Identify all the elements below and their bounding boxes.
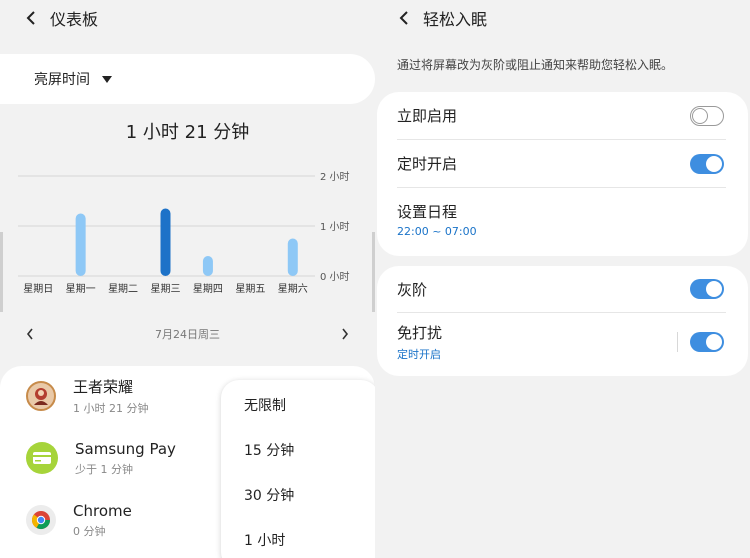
x-tick-label: 星期二 bbox=[108, 283, 138, 295]
enable-now-toggle[interactable] bbox=[690, 105, 724, 126]
sleep-schedule-card: 立即启用 定时开启 设置日程 22:00 ~ 07:00 bbox=[377, 92, 748, 256]
sleep-header: 轻松入眠 bbox=[375, 0, 750, 36]
set-schedule-row[interactable]: 设置日程 22:00 ~ 07:00 bbox=[377, 188, 748, 250]
list-item-app[interactable]: 王者荣耀 1 小时 21 分钟 bbox=[0, 368, 240, 424]
grayscale-toggle[interactable] bbox=[690, 279, 724, 299]
app-name: 王者荣耀 bbox=[73, 378, 134, 396]
bar-4 bbox=[202, 256, 213, 276]
page-title: 仪表板 bbox=[50, 10, 99, 29]
sleep-settings-screen: 轻松入眠 通过将屏幕改为灰阶或阻止通知来帮助您轻松入眠。 立即启用 定时开启 设… bbox=[375, 0, 750, 558]
list-item-app[interactable]: Chrome 0 分钟 bbox=[0, 492, 240, 548]
game-icon bbox=[26, 381, 56, 411]
sleep-options-card: 灰阶 免打扰 定时开启 bbox=[377, 266, 748, 376]
dashboard-header: 仪表板 bbox=[0, 0, 375, 36]
menu-item-unlimited[interactable]: 无限制 bbox=[244, 395, 286, 415]
scheduled-row[interactable]: 定时开启 bbox=[377, 140, 748, 187]
grayscale-row[interactable]: 灰阶 bbox=[377, 266, 748, 312]
bar-6 bbox=[287, 238, 298, 276]
page-title: 轻松入眠 bbox=[423, 10, 488, 29]
menu-item-30min[interactable]: 30 分钟 bbox=[244, 485, 294, 505]
sleep-description: 通过将屏幕改为灰阶或阻止通知来帮助您轻松入眠。 bbox=[397, 58, 674, 72]
card-icon bbox=[26, 442, 58, 474]
x-tick-label: 星期四 bbox=[193, 283, 223, 295]
dnd-toggle[interactable] bbox=[690, 332, 724, 352]
app-usage-time: 少于 1 分钟 bbox=[75, 462, 133, 476]
menu-item-15min[interactable]: 15 分钟 bbox=[244, 440, 294, 460]
bar-3 bbox=[160, 208, 171, 276]
app-name: Chrome bbox=[73, 501, 132, 520]
bar-1 bbox=[75, 213, 86, 276]
row-label: 定时开启 bbox=[397, 155, 458, 173]
y-tick-label: 0 小时 bbox=[320, 271, 350, 283]
vertical-divider bbox=[677, 332, 678, 352]
enable-now-row[interactable]: 立即启用 bbox=[377, 92, 748, 139]
back-arrow-icon[interactable] bbox=[391, 5, 417, 31]
x-tick-label: 星期五 bbox=[235, 283, 265, 295]
timer-options-menu: 无限制 15 分钟 30 分钟 1 小时 bbox=[221, 380, 375, 558]
list-item-app[interactable]: Samsung Pay 少于 1 分钟 bbox=[0, 430, 240, 486]
dropdown-label: 亮屏时间 bbox=[34, 72, 90, 88]
edge-indicator bbox=[0, 232, 3, 312]
caret-down-icon bbox=[102, 75, 112, 83]
schedule-time: 22:00 ~ 07:00 bbox=[397, 224, 477, 238]
row-label: 灰阶 bbox=[397, 280, 428, 299]
row-label: 免打扰 bbox=[397, 324, 443, 342]
do-not-disturb-row[interactable]: 免打扰 定时开启 bbox=[377, 313, 748, 371]
menu-item-1hour[interactable]: 1 小时 bbox=[244, 530, 285, 550]
prev-day-chevron-icon[interactable] bbox=[16, 320, 44, 348]
y-tick-label: 2 小时 bbox=[320, 171, 350, 183]
next-day-chevron-icon[interactable] bbox=[331, 320, 359, 348]
x-tick-label: 星期一 bbox=[66, 283, 96, 295]
scheduled-toggle[interactable] bbox=[690, 153, 724, 174]
dashboard-screen: 仪表板 亮屏时间 1 小时 21 分钟 2 小时 1 小时 0 小时 星期日 星期一 星期… bbox=[0, 0, 375, 558]
screen-time-dropdown[interactable]: 亮屏时间 bbox=[0, 54, 375, 104]
x-tick-label: 星期三 bbox=[151, 283, 181, 295]
x-tick-label: 星期六 bbox=[278, 283, 308, 295]
date-navigator: 7月24日周三 bbox=[0, 318, 375, 350]
x-tick-label: 星期日 bbox=[23, 283, 53, 295]
total-screen-time: 1 小时 21 分钟 bbox=[125, 122, 250, 143]
current-date: 7月24日周三 bbox=[155, 328, 220, 341]
chrome-icon bbox=[26, 505, 56, 535]
y-tick-label: 1 小时 bbox=[320, 221, 350, 233]
usage-bar-chart: 2 小时 1 小时 0 小时星期日 星期一 星期二 星期三 星期四 星期五 星期六 bbox=[18, 171, 350, 295]
app-name: Samsung Pay bbox=[75, 439, 176, 458]
app-usage-time: 0 分钟 bbox=[73, 524, 106, 538]
app-usage-time: 1 小时 21 分钟 bbox=[73, 402, 149, 415]
back-arrow-icon[interactable] bbox=[18, 5, 44, 31]
row-label: 设置日程 bbox=[397, 202, 458, 221]
dnd-status: 定时开启 bbox=[397, 348, 441, 361]
row-label: 立即启用 bbox=[397, 107, 458, 125]
